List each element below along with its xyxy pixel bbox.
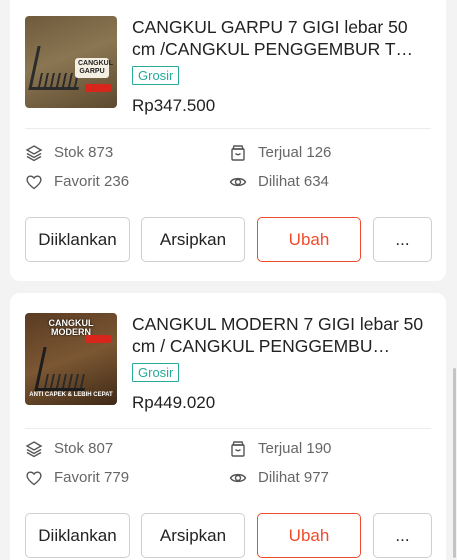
views-stat: Dilihat 977 (229, 469, 329, 487)
product-price: Rp449.020 (132, 393, 216, 412)
eye-icon (229, 473, 247, 483)
product-thumbnail[interactable]: CANGKUL MODERN ANTI CAPEK & LEBIH CEPAT (25, 313, 117, 405)
sold-label: Terjual 190 (258, 440, 332, 457)
wholesale-tag: Grosir (132, 363, 180, 382)
views-label: Dilihat 977 (258, 469, 329, 486)
more-button[interactable]: ... (373, 513, 432, 558)
promote-button[interactable]: Diiklankan (25, 513, 130, 558)
stock-stat: Stok 807 (25, 440, 113, 458)
edit-button[interactable]: Ubah (257, 513, 361, 558)
archive-button[interactable]: Arsipkan (141, 513, 245, 558)
product-info[interactable]: CANGKUL MODERN ANTI CAPEK & LEBIH CEPAT … (25, 313, 435, 413)
product-info[interactable]: CANGKUL GARPU CANGKUL GARPU 7 GIGI lebar… (25, 16, 435, 116)
heart-icon (26, 175, 42, 190)
promote-button[interactable]: Diiklankan (25, 217, 130, 262)
scrollbar[interactable] (453, 368, 456, 558)
views-label: Dilihat 634 (258, 173, 329, 190)
sold-label: Terjual 126 (258, 144, 332, 161)
more-button[interactable]: ... (373, 217, 432, 262)
eye-icon (229, 177, 247, 187)
stock-label: Stok 807 (54, 440, 114, 457)
sold-stat: Terjual 126 (229, 144, 331, 162)
divider (25, 428, 431, 429)
box-icon (231, 441, 245, 457)
rake-illustration (34, 347, 94, 391)
favorite-stat: Favorit 779 (25, 469, 129, 487)
archive-button[interactable]: Arsipkan (141, 217, 245, 262)
product-thumbnail[interactable]: CANGKUL GARPU (25, 16, 117, 108)
product-card: CANGKUL GARPU CANGKUL GARPU 7 GIGI lebar… (10, 0, 446, 281)
product-title[interactable]: CANGKUL GARPU 7 GIGI lebar 50 cm /CANGKU… (132, 16, 432, 60)
views-stat: Dilihat 634 (229, 173, 329, 191)
stock-label: Stok 873 (54, 144, 114, 161)
favorite-label: Favorit 779 (54, 469, 130, 486)
layers-icon (25, 145, 43, 162)
wholesale-tag: Grosir (132, 66, 180, 85)
youtube-icon (85, 84, 111, 92)
favorite-label: Favorit 236 (54, 173, 130, 190)
heart-icon (26, 471, 42, 486)
stock-stat: Stok 873 (25, 144, 113, 162)
thumbnail-caption: ANTI CAPEK & LEBIH CEPAT (29, 392, 113, 398)
box-icon (231, 145, 245, 161)
layers-icon (25, 441, 43, 458)
product-price: Rp347.500 (132, 96, 216, 115)
product-card: CANGKUL MODERN ANTI CAPEK & LEBIH CEPAT … (10, 293, 446, 560)
divider (25, 128, 431, 129)
edit-button[interactable]: Ubah (257, 217, 361, 262)
sold-stat: Terjual 190 (229, 440, 331, 458)
product-title[interactable]: CANGKUL MODERN 7 GIGI lebar 50 cm / CANG… (132, 313, 432, 357)
youtube-icon (85, 335, 111, 343)
favorite-stat: Favorit 236 (25, 173, 129, 191)
thumbnail-badge: CANGKUL GARPU (75, 58, 113, 78)
